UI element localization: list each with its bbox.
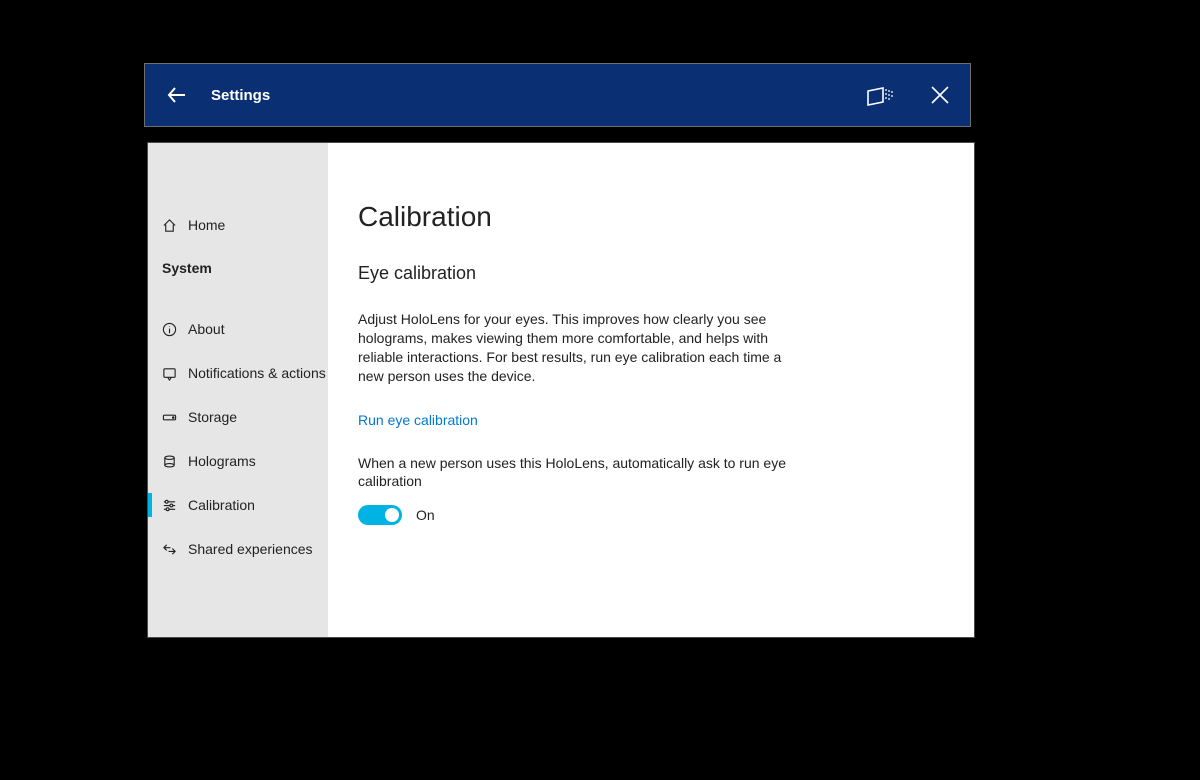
page-heading: Calibration (358, 201, 934, 233)
sidebar-group-label: System (162, 260, 212, 276)
section-heading: Eye calibration (358, 263, 934, 284)
sidebar-item-holograms[interactable]: Holograms (148, 439, 328, 483)
notifications-icon (162, 366, 188, 381)
calibration-icon (162, 498, 188, 513)
sidebar-item-label: Storage (188, 409, 237, 425)
close-button[interactable] (910, 63, 970, 127)
home-icon (162, 218, 188, 233)
sidebar-group-system: System (148, 247, 328, 289)
sidebar-item-shared[interactable]: Shared experiences (148, 527, 328, 571)
toggle-description: When a new person uses this HoloLens, au… (358, 454, 788, 492)
title-bar: Settings (144, 63, 971, 127)
sidebar-item-storage[interactable]: Storage (148, 395, 328, 439)
sidebar-item-home[interactable]: Home (148, 203, 328, 247)
app-title: Settings (211, 87, 270, 104)
close-icon (930, 85, 950, 105)
follow-me-button[interactable] (850, 63, 910, 127)
toggle-knob (385, 508, 399, 522)
back-button[interactable] (145, 63, 209, 127)
back-arrow-icon (165, 83, 189, 107)
info-icon (162, 322, 188, 337)
toggle-state-label: On (416, 507, 435, 523)
sidebar-item-about[interactable]: About (148, 307, 328, 351)
window-follow-icon (867, 84, 893, 106)
sidebar-item-label: Shared experiences (188, 541, 313, 557)
sidebar: Home System About Notifications & action… (148, 143, 328, 637)
sidebar-item-calibration[interactable]: Calibration (148, 483, 328, 527)
auto-ask-toggle[interactable] (358, 505, 402, 525)
sidebar-item-label: Calibration (188, 497, 255, 513)
run-calibration-link[interactable]: Run eye calibration (358, 412, 478, 428)
content-pane: Calibration Eye calibration Adjust HoloL… (328, 143, 974, 637)
section-description: Adjust HoloLens for your eyes. This impr… (358, 310, 788, 386)
sidebar-item-label: Home (188, 217, 225, 233)
sidebar-item-label: Holograms (188, 453, 256, 469)
sidebar-item-notifications[interactable]: Notifications & actions (148, 351, 328, 395)
sidebar-item-label: About (188, 321, 225, 337)
storage-icon (162, 410, 188, 425)
sidebar-item-label: Notifications & actions (188, 365, 326, 381)
shared-icon (162, 542, 188, 557)
holograms-icon (162, 454, 188, 469)
settings-window: Home System About Notifications & action… (147, 142, 975, 638)
